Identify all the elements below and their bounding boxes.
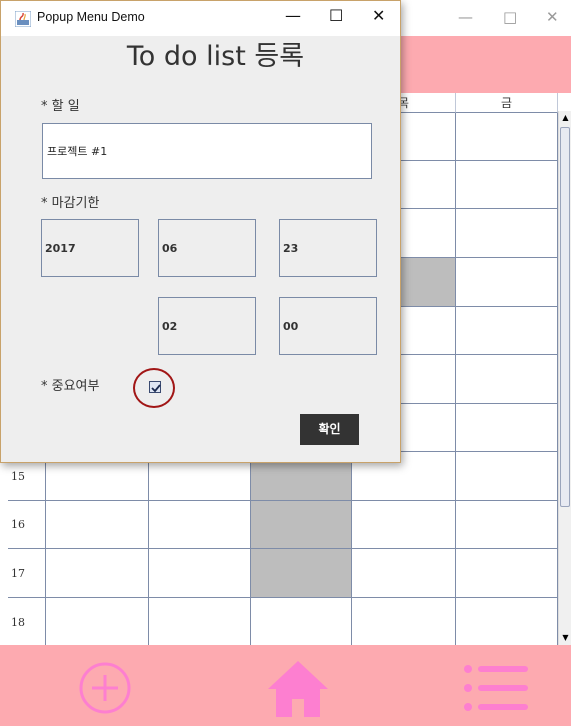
grid-cell[interactable] [456, 258, 558, 307]
grid-cell[interactable] [46, 501, 149, 549]
grid-cell-scheduled[interactable] [251, 501, 352, 549]
grid-cell[interactable] [149, 549, 251, 598]
task-input[interactable]: 프로젝트 #1 [42, 123, 372, 179]
grid-cell[interactable] [352, 598, 456, 645]
scroll-down-arrow-icon[interactable]: ▼ [559, 631, 571, 645]
row-label-18: 18 [8, 598, 46, 645]
row-label-16: 16 [8, 501, 46, 549]
grid-cell[interactable] [149, 501, 251, 549]
todo-dialog: Popup Menu Demo — ☐ ✕ To do list 등록 * 할 … [0, 0, 401, 463]
grid-cell[interactable] [456, 307, 558, 355]
dialog-maximize-button[interactable]: ☐ [329, 6, 343, 25]
grid-cell[interactable] [456, 209, 558, 258]
dialog-heading: To do list 등록 [126, 41, 305, 72]
month-field[interactable]: 06 [158, 219, 256, 277]
deadline-label: * 마감기한 [41, 196, 100, 211]
grid-cell[interactable] [352, 549, 456, 598]
java-app-icon [14, 10, 32, 28]
highlight-circle [133, 368, 175, 408]
main-close-button[interactable]: ✕ [546, 8, 559, 26]
dialog-close-button[interactable]: ✕ [372, 6, 385, 25]
grid-cell[interactable] [456, 113, 558, 161]
scrollbar-thumb[interactable] [560, 127, 570, 507]
dialog-title: Popup Menu Demo [37, 10, 145, 24]
grid-cell[interactable] [352, 501, 456, 549]
task-label: * 할 일 [41, 99, 80, 114]
year-field[interactable]: 2017 [41, 219, 139, 277]
grid-cell[interactable] [149, 598, 251, 645]
scroll-up-arrow-icon[interactable]: ▲ [559, 111, 571, 125]
minute-field[interactable]: 00 [279, 297, 377, 355]
grid-cell[interactable] [456, 501, 558, 549]
grid-cell[interactable] [456, 549, 558, 598]
grid-cell[interactable] [456, 404, 558, 452]
main-minimize-button[interactable]: — [458, 8, 473, 26]
grid-cell[interactable] [456, 452, 558, 501]
grid-cell[interactable] [456, 355, 558, 404]
dialog-minimize-button[interactable]: — [285, 6, 301, 25]
vertical-scrollbar[interactable]: ▲ ▼ [558, 111, 571, 645]
grid-cell[interactable] [46, 549, 149, 598]
day-field[interactable]: 23 [279, 219, 377, 277]
grid-cell[interactable] [456, 161, 558, 209]
hour-field[interactable]: 02 [158, 297, 256, 355]
main-maximize-button[interactable]: □ [503, 8, 517, 26]
column-header-fri: 금 [456, 93, 558, 113]
grid-cell[interactable] [456, 598, 558, 645]
plus-circle-icon[interactable] [78, 661, 132, 715]
grid-cell[interactable] [46, 598, 149, 645]
row-label-17: 17 [8, 549, 46, 598]
important-label: * 중요여부 [41, 379, 100, 394]
dialog-titlebar[interactable]: Popup Menu Demo — ☐ ✕ [1, 1, 400, 36]
grid-cell[interactable] [251, 598, 352, 645]
list-icon[interactable] [462, 660, 528, 716]
confirm-button[interactable]: 확인 [300, 414, 359, 445]
home-icon[interactable] [266, 659, 330, 719]
grid-cell-scheduled[interactable] [251, 549, 352, 598]
